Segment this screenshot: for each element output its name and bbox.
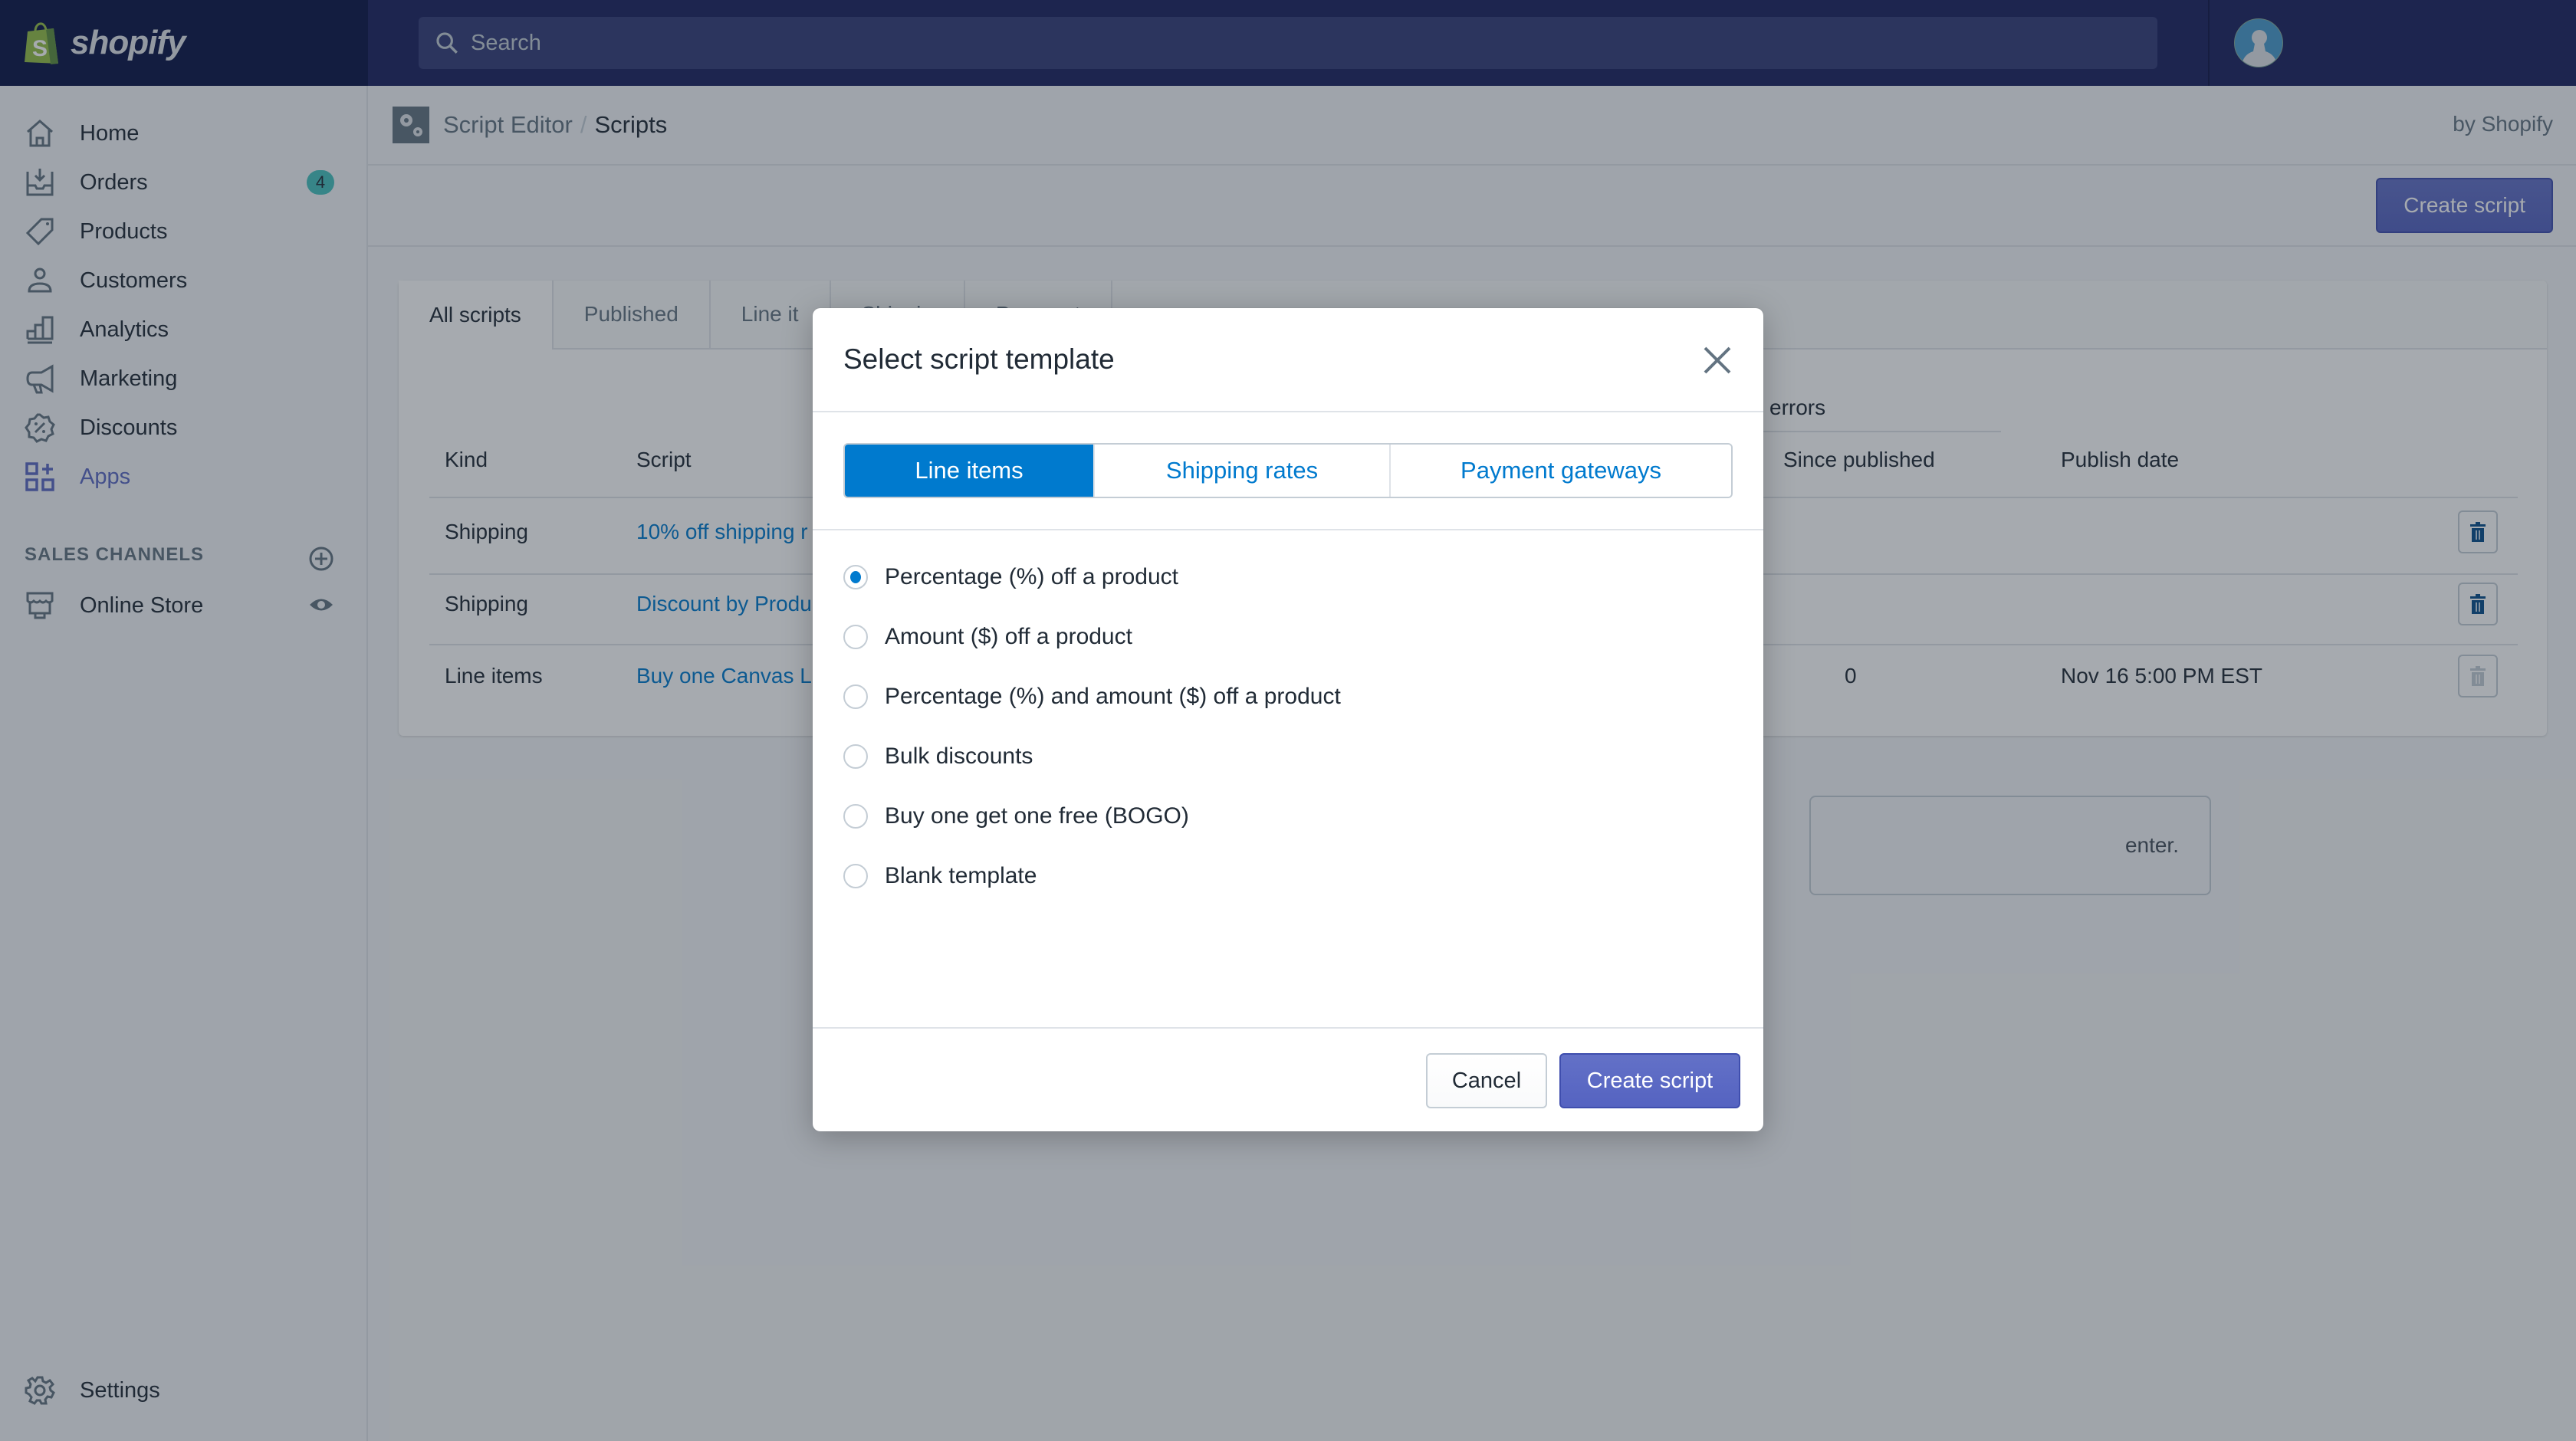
template-option[interactable]: Blank template bbox=[843, 857, 1037, 895]
segment-line-items[interactable]: Line items bbox=[845, 445, 1095, 497]
radio-button[interactable] bbox=[843, 804, 868, 829]
option-label: Buy one get one free (BOGO) bbox=[885, 803, 1189, 829]
template-type-segmented-control: Line items Shipping rates Payment gatewa… bbox=[843, 443, 1733, 498]
divider bbox=[813, 1027, 1763, 1029]
radio-button[interactable] bbox=[843, 625, 868, 649]
option-label: Bulk discounts bbox=[885, 743, 1033, 769]
template-option[interactable]: Bulk discounts bbox=[843, 737, 1033, 776]
segment-shipping-rates[interactable]: Shipping rates bbox=[1095, 445, 1391, 497]
radio-dot bbox=[850, 571, 861, 583]
segment-payment-gateways[interactable]: Payment gateways bbox=[1391, 445, 1731, 497]
cancel-button[interactable]: Cancel bbox=[1426, 1053, 1547, 1108]
divider bbox=[813, 529, 1763, 530]
modal-header: Select script template bbox=[813, 308, 1763, 412]
option-label: Blank template bbox=[885, 863, 1037, 888]
radio-button[interactable] bbox=[843, 864, 868, 888]
option-label: Amount ($) off a product bbox=[885, 624, 1132, 649]
select-template-modal: Select script template Line items Shippi… bbox=[813, 308, 1763, 1131]
template-option[interactable]: Amount ($) off a product bbox=[843, 618, 1132, 656]
radio-button[interactable] bbox=[843, 684, 868, 709]
close-icon bbox=[1704, 346, 1731, 374]
create-script-confirm-button[interactable]: Create script bbox=[1559, 1053, 1740, 1108]
radio-button-checked[interactable] bbox=[843, 565, 868, 589]
option-label: Percentage (%) off a product bbox=[885, 564, 1178, 589]
template-option[interactable]: Buy one get one free (BOGO) bbox=[843, 797, 1189, 835]
template-option[interactable]: Percentage (%) and amount ($) off a prod… bbox=[843, 678, 1341, 716]
radio-button[interactable] bbox=[843, 744, 868, 769]
option-label: Percentage (%) and amount ($) off a prod… bbox=[885, 684, 1341, 709]
template-option[interactable]: Percentage (%) off a product bbox=[843, 558, 1178, 596]
modal-title: Select script template bbox=[843, 343, 1115, 375]
close-button[interactable] bbox=[1700, 343, 1734, 377]
